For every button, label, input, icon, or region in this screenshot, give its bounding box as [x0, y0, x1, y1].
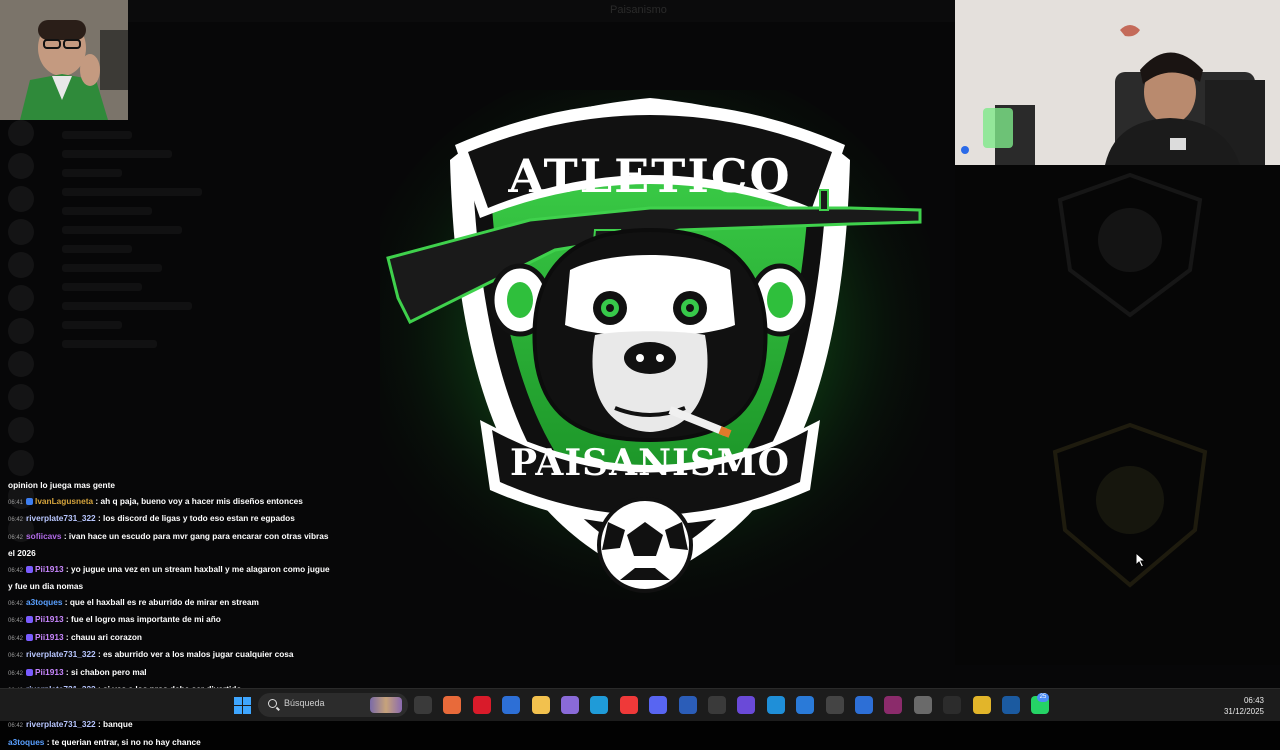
chat-message: 06:42 Pii1913 : chauu ari corazon: [8, 630, 333, 648]
file-explorer-icon[interactable]: [532, 696, 550, 714]
chat-badge-icon: [26, 498, 33, 505]
chat-timestamp: 06:42: [8, 517, 23, 523]
chat-username[interactable]: riverplate731_322: [26, 649, 96, 659]
edge-icon[interactable]: [590, 696, 608, 714]
chat-text: : chauu ari corazon: [64, 632, 142, 642]
store-icon[interactable]: [502, 696, 520, 714]
vivaldi-icon[interactable]: [620, 696, 638, 714]
chat-text: : si chabon pero mal: [64, 667, 147, 677]
chat-message: 06:42riverplate731_322 : es aburrido ver…: [8, 647, 333, 665]
chat-text: : los discord de ligas y todo eso estan …: [96, 513, 295, 523]
mouse-cursor: [1135, 552, 1147, 568]
opera-icon[interactable]: [473, 696, 491, 714]
terminal-icon[interactable]: [943, 696, 961, 714]
chat-message: 06:42a3toques : que el haxball es re abu…: [8, 595, 333, 613]
football-icon: [599, 499, 691, 591]
word-icon[interactable]: [679, 696, 697, 714]
chat-message: a3toques : te querian entrar, si no no h…: [8, 735, 333, 750]
window-title: Paisanismo: [610, 4, 667, 16]
chat-badge-icon: [26, 669, 33, 676]
game-icon[interactable]: [737, 696, 755, 714]
steam-icon[interactable]: [1002, 696, 1020, 714]
chat-timestamp: 06:42: [8, 671, 23, 677]
mail-icon[interactable]: [855, 696, 873, 714]
chrome-icon[interactable]: [973, 696, 991, 714]
taskbar-clock[interactable]: 06:43 31/12/2025: [1224, 695, 1264, 717]
photos-icon[interactable]: [767, 696, 785, 714]
chat-timestamp: 06:42: [8, 535, 23, 541]
chat-username[interactable]: Pii1913: [35, 667, 64, 677]
settings-icon[interactable]: [914, 696, 932, 714]
ghost-logo-top: [1050, 170, 1210, 320]
channel-list: [50, 120, 240, 540]
winrar-icon[interactable]: [884, 696, 902, 714]
discord-icon[interactable]: [649, 696, 667, 714]
emblem-top-text: ATLETICO: [507, 149, 791, 203]
chat-badge-icon: [26, 634, 33, 641]
chat-timestamp: 06:42: [8, 601, 23, 607]
copilot-icon[interactable]: [443, 696, 461, 714]
chat-message: 06:42 Pii1913 : fue el logro mas importan…: [8, 612, 333, 630]
chat-text: : es aburrido ver a los malos jugar cual…: [96, 649, 294, 659]
start-button[interactable]: [234, 697, 251, 714]
chat-message: 06:42Pii1913 : yo jugue una vez en un st…: [8, 562, 333, 595]
chat-timestamp: 06:42: [8, 723, 23, 729]
chat-message: 06:42riverplate731_322 : los discord de …: [8, 511, 333, 529]
chat-text: : te querian entrar, si no no hay chance: [44, 737, 200, 747]
chat-timestamp: 06:42: [8, 636, 23, 642]
chat-badge-icon: [26, 616, 33, 623]
chat-username[interactable]: Pii1913: [35, 632, 64, 642]
chat-text: opinion lo juega mas gente: [8, 480, 115, 490]
ghost-logo-bottom: [1045, 420, 1215, 590]
chat-timestamp: 06:42: [8, 568, 23, 574]
chat-text: : fue el logro mas importante de mi año: [64, 614, 221, 624]
chat-message: 06:41 IvanLagusneta : ah q paja, bueno vo…: [8, 494, 333, 512]
clock-date: 31/12/2025: [1224, 706, 1264, 717]
clock-time: 06:43: [1224, 695, 1264, 706]
search-icon: [268, 699, 277, 708]
chat-message: 06:42sofiicavs : ivan hace un escudo par…: [8, 529, 333, 562]
chat-username[interactable]: sofiicavs: [26, 531, 62, 541]
notepad-icon[interactable]: [796, 696, 814, 714]
taskbar-search[interactable]: Búsqueda: [258, 693, 408, 717]
chat-badge-icon: [26, 566, 33, 573]
chat-username[interactable]: riverplate731_322: [26, 513, 96, 523]
chat-text: : ah q paja, bueno voy a hacer mis diseñ…: [93, 496, 303, 506]
chat-text: : que el haxball es re aburrido de mirar…: [62, 597, 258, 607]
chat-timestamp: 06:41: [8, 500, 23, 506]
obs-icon[interactable]: [826, 696, 844, 714]
chat-username[interactable]: Pii1913: [35, 614, 64, 624]
task-view-icon[interactable]: [414, 696, 432, 714]
notification-badge: 25: [1037, 693, 1049, 702]
windows-taskbar: Búsqueda 06:43 31/12/2025: [0, 688, 1280, 721]
emblem-bottom-text: PAISANISMO: [510, 442, 790, 484]
chat-username[interactable]: Pii1913: [35, 564, 64, 574]
chat-username[interactable]: a3toques: [8, 737, 44, 747]
ccleaner-icon[interactable]: [708, 696, 726, 714]
chat-message: 06:42 Pii1913 : si chabon pero mal: [8, 665, 333, 683]
webcam-left: [0, 0, 128, 120]
atletico-paisanismo-emblem: ATLETICO PAISANISMO: [380, 90, 930, 600]
search-placeholder: Búsqueda: [284, 698, 325, 708]
search-highlight-image: [370, 697, 402, 713]
pen-app-icon[interactable]: [561, 696, 579, 714]
chat-message: opinion lo juega mas gente: [8, 478, 333, 494]
chat-timestamp: 06:42: [8, 618, 23, 624]
webcam-right: [955, 0, 1280, 165]
chat-username[interactable]: a3toques: [26, 597, 62, 607]
chat-timestamp: 06:42: [8, 653, 23, 659]
chat-username[interactable]: IvanLagusneta: [35, 496, 93, 506]
